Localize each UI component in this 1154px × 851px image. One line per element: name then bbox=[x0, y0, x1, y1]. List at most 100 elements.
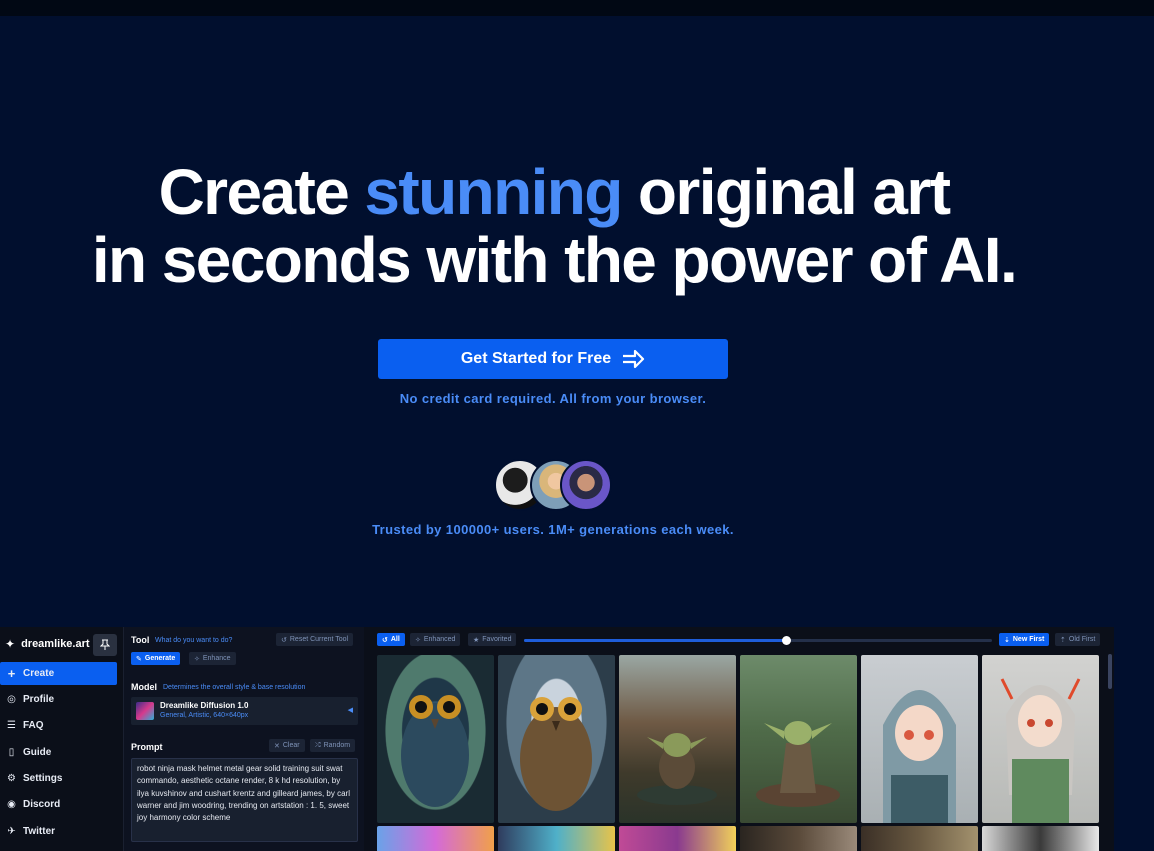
size-slider-handle[interactable] bbox=[782, 636, 792, 645]
app-preview: ✦ dreamlike.art + Create ◎ Profile ☰ FAQ… bbox=[0, 627, 1114, 851]
enhance-label: Enhance bbox=[202, 655, 231, 662]
anime-girl-image bbox=[883, 690, 956, 823]
filter-favorited[interactable]: ★ Favorited bbox=[468, 633, 517, 646]
discord-icon: ◉ bbox=[7, 799, 16, 810]
sidebar-item-settings[interactable]: ⚙ Settings bbox=[0, 767, 117, 790]
random-label: Random bbox=[323, 742, 351, 749]
gallery-image[interactable] bbox=[861, 655, 978, 823]
gallery-image[interactable] bbox=[861, 826, 978, 851]
gallery-image[interactable] bbox=[982, 655, 1099, 823]
gallery-image[interactable] bbox=[377, 655, 494, 823]
model-label: Model bbox=[131, 682, 157, 692]
get-started-label: Get Started for Free bbox=[460, 350, 612, 367]
sparkle-icon: ✦ bbox=[5, 637, 16, 651]
close-icon: ✕ bbox=[274, 742, 280, 750]
size-slider-fill bbox=[524, 639, 787, 642]
sparkles-icon: ✧ bbox=[415, 636, 421, 644]
user-avatars bbox=[494, 459, 614, 511]
brand[interactable]: ✦ dreamlike.art bbox=[5, 637, 90, 651]
sidebar-item-label: Profile bbox=[23, 694, 55, 705]
gallery-image[interactable] bbox=[982, 826, 1099, 851]
get-started-button[interactable]: Get Started for Free bbox=[378, 339, 728, 379]
hero-title-part1: Create bbox=[158, 156, 365, 228]
filter-all[interactable]: ↺ All bbox=[377, 633, 405, 646]
sidebar-item-profile[interactable]: ◎ Profile bbox=[0, 688, 117, 711]
star-icon: ★ bbox=[473, 636, 480, 644]
history-icon: ↺ bbox=[382, 636, 388, 644]
sidebar-item-label: Guide bbox=[23, 747, 52, 758]
sort-new-first[interactable]: ⇣ New First bbox=[999, 633, 1050, 646]
size-slider[interactable] bbox=[524, 636, 992, 645]
sidebar-item-faq[interactable]: ☰ FAQ bbox=[0, 714, 117, 737]
yoda-image bbox=[756, 721, 840, 807]
gear-icon: ⚙ bbox=[7, 773, 16, 784]
generate-tab[interactable]: ✎ Generate bbox=[131, 652, 181, 665]
clear-label: Clear bbox=[282, 742, 300, 749]
sidebar-item-discord[interactable]: ◉ Discord bbox=[0, 793, 117, 816]
anime-girl-image bbox=[1000, 678, 1081, 823]
gallery-image[interactable] bbox=[740, 826, 857, 851]
enhance-tab[interactable]: ✧ Enhance bbox=[189, 652, 236, 665]
caret-left-icon: ◀ bbox=[347, 707, 353, 714]
top-bar bbox=[0, 0, 1154, 16]
sidebar-item-label: FAQ bbox=[23, 720, 44, 731]
model-thumbnail bbox=[136, 702, 154, 720]
hero-title-accent: stunning bbox=[364, 156, 623, 228]
reset-icon: ↺ bbox=[281, 636, 287, 644]
tool-label: Tool bbox=[131, 635, 150, 645]
sidebar-item-label: Twitter bbox=[23, 826, 56, 837]
reset-tool-label: Reset Current Tool bbox=[289, 636, 349, 643]
gallery-image[interactable] bbox=[619, 655, 736, 823]
no-credit-note: No credit card required. All from your b… bbox=[399, 391, 707, 406]
sort-old-label: Old First bbox=[1068, 636, 1096, 643]
gallery-image[interactable] bbox=[377, 826, 494, 851]
sidebar-item-guide[interactable]: ▯ Guide bbox=[0, 741, 117, 764]
tool-hint: What do you want to do? bbox=[155, 637, 233, 644]
sidebar-item-label: Discord bbox=[23, 799, 61, 810]
filter-all-label: All bbox=[390, 636, 400, 643]
user-circle-icon: ◎ bbox=[7, 694, 16, 705]
sparkles-icon: ✧ bbox=[194, 655, 200, 663]
pin-icon[interactable] bbox=[93, 634, 117, 656]
model-description: General, Artistic, 640×640px bbox=[160, 712, 249, 719]
filter-favorited-label: Favorited bbox=[482, 636, 512, 643]
sidebar-item-twitter[interactable]: ✈ Twitter bbox=[0, 820, 117, 843]
gallery-image[interactable] bbox=[619, 826, 736, 851]
sort-old-first[interactable]: ⇡ Old First bbox=[1055, 633, 1101, 646]
model-select[interactable]: Dreamlike Diffusion 1.0 General, Artisti… bbox=[131, 697, 358, 725]
trusted-text: Trusted by 100000+ users. 1M+ generation… bbox=[372, 522, 734, 537]
prompt-input[interactable]: robot ninja mask helmet metal gear solid… bbox=[131, 758, 358, 842]
sort-asc-icon: ⇡ bbox=[1060, 636, 1066, 644]
owl-image bbox=[520, 697, 592, 811]
hero-title-part2: original art bbox=[621, 156, 951, 228]
filter-enhanced[interactable]: ✧ Enhanced bbox=[410, 633, 461, 646]
clear-button[interactable]: ✕ Clear bbox=[269, 739, 305, 752]
gallery-image[interactable] bbox=[498, 826, 615, 851]
yoda-image bbox=[637, 733, 717, 805]
twitter-icon: ✈ bbox=[7, 826, 16, 837]
brand-name: dreamlike.art bbox=[21, 638, 90, 650]
book-icon: ▯ bbox=[8, 747, 15, 758]
wand-icon: ✎ bbox=[136, 655, 142, 663]
sort-desc-icon: ⇣ bbox=[1004, 636, 1010, 644]
random-button[interactable]: ⤮ Random bbox=[310, 739, 356, 752]
sidebar: ✦ dreamlike.art + Create ◎ Profile ☰ FAQ… bbox=[0, 627, 124, 851]
prompt-label: Prompt bbox=[131, 742, 163, 752]
gallery: ↺ All ✧ Enhanced ★ Favorited ⇣ New First… bbox=[370, 627, 1114, 851]
gallery-image[interactable] bbox=[498, 655, 615, 823]
sidebar-item-label: Create bbox=[23, 668, 55, 679]
gallery-image[interactable] bbox=[740, 655, 857, 823]
arrow-right-icon bbox=[623, 349, 645, 369]
reset-tool-button[interactable]: ↺ Reset Current Tool bbox=[276, 633, 354, 646]
model-hint: Determines the overall style & base reso… bbox=[163, 684, 306, 691]
owl-image bbox=[401, 695, 469, 807]
filter-enhanced-label: Enhanced bbox=[423, 636, 456, 643]
sidebar-item-label: Settings bbox=[23, 773, 63, 784]
plus-icon: + bbox=[7, 666, 16, 681]
gallery-scrollbar[interactable] bbox=[1108, 654, 1112, 689]
model-name: Dreamlike Diffusion 1.0 bbox=[160, 701, 249, 710]
sidebar-item-create[interactable]: + Create bbox=[0, 662, 117, 685]
generate-label: Generate bbox=[144, 655, 176, 662]
hero-title: Create stunning original art in seconds … bbox=[0, 158, 1108, 294]
shuffle-icon: ⤮ bbox=[315, 741, 321, 749]
